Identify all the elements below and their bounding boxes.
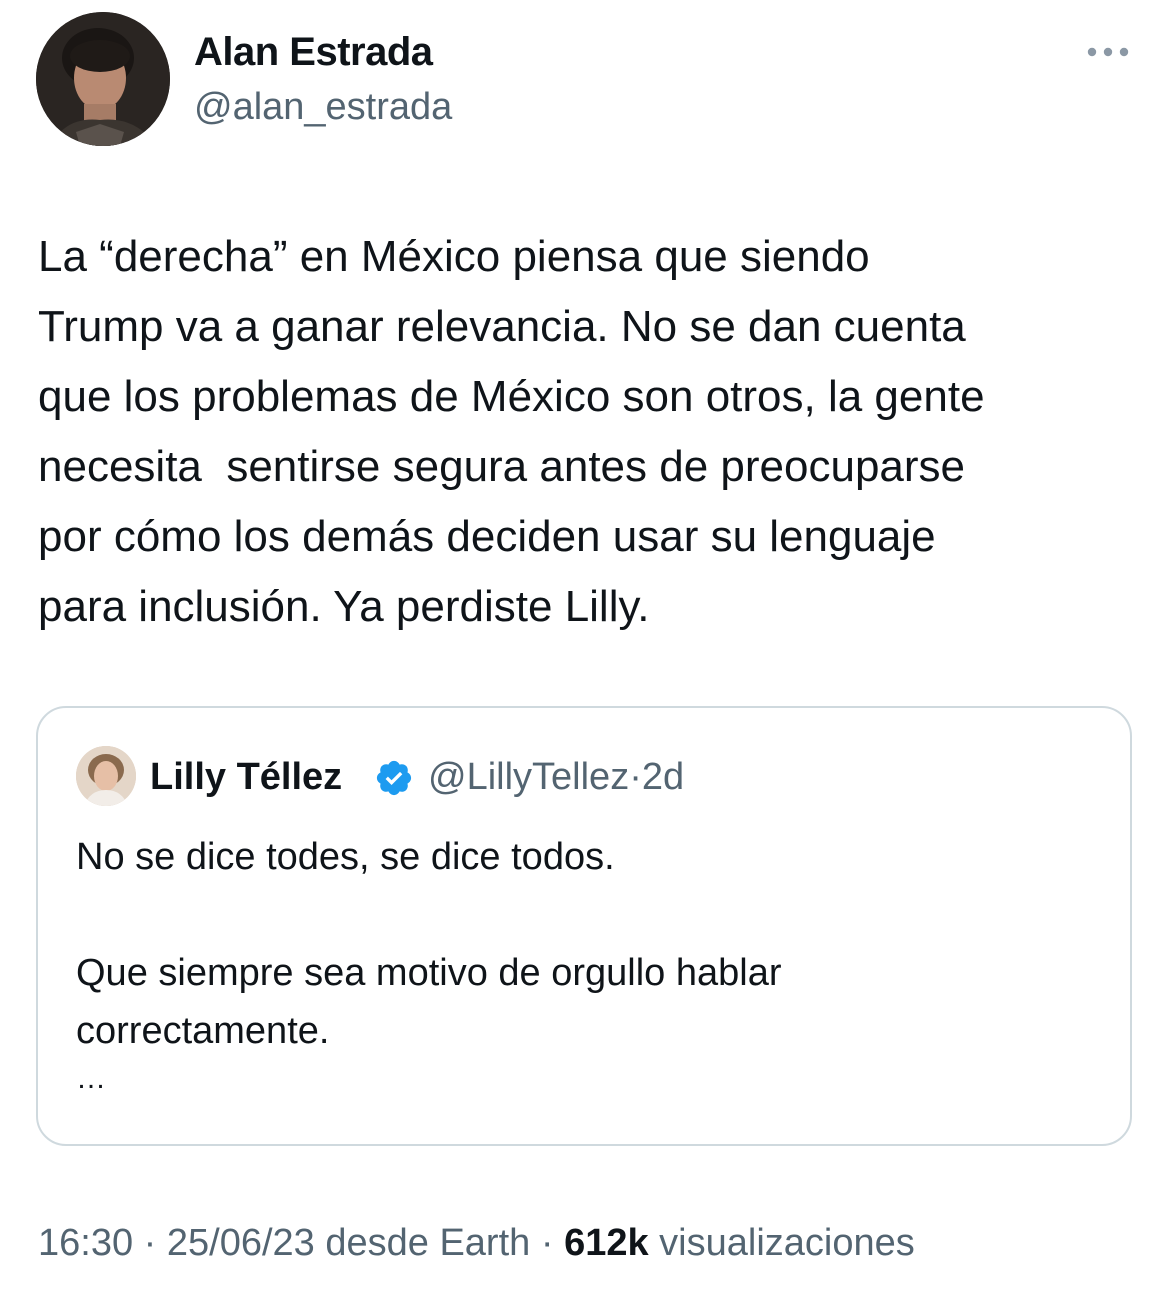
- more-horizontal-icon[interactable]: [1086, 42, 1130, 62]
- tweet-footer: 16:30 · 25/06/23 desde Earth · 612k visu…: [38, 1222, 915, 1265]
- quoted-tweet-card[interactable]: Lilly Téllez @LillyTellez·2d No se dice …: [36, 706, 1132, 1146]
- meta-separator: ·: [629, 756, 642, 798]
- footer-separator: ·: [530, 1222, 565, 1264]
- views-label: visualizaciones: [648, 1222, 915, 1264]
- author-avatar[interactable]: [36, 12, 170, 146]
- author-name[interactable]: Alan Estrada: [194, 30, 433, 75]
- quoted-author-name[interactable]: Lilly Téllez: [150, 756, 342, 799]
- tweet: Alan Estrada @alan_estrada La “derecha” …: [0, 0, 1170, 1308]
- quoted-tweet-truncation: …: [76, 1062, 106, 1095]
- quoted-tweet-age: 2d: [641, 756, 685, 798]
- footer-separator: ·: [133, 1222, 167, 1264]
- quoted-author-avatar[interactable]: [76, 746, 136, 806]
- views-count[interactable]: 612k: [564, 1222, 649, 1264]
- tweet-source: desde Earth: [314, 1222, 531, 1264]
- quoted-author-meta: @LillyTellez·2d: [428, 756, 684, 799]
- quoted-tweet-text: No se dice todes, se dice todos. Que sie…: [76, 836, 782, 1052]
- tweet-text: La “derecha” en México piensa que siendo…: [38, 232, 985, 631]
- tweet-date[interactable]: 25/06/23: [167, 1222, 315, 1264]
- author-handle[interactable]: @alan_estrada: [194, 86, 452, 129]
- tweet-time[interactable]: 16:30: [38, 1222, 133, 1264]
- author-avatar-image: [36, 12, 170, 146]
- verified-badge-icon: [374, 758, 414, 798]
- quoted-author-handle[interactable]: @LillyTellez: [428, 756, 629, 798]
- quoted-author-avatar-image: [76, 746, 136, 806]
